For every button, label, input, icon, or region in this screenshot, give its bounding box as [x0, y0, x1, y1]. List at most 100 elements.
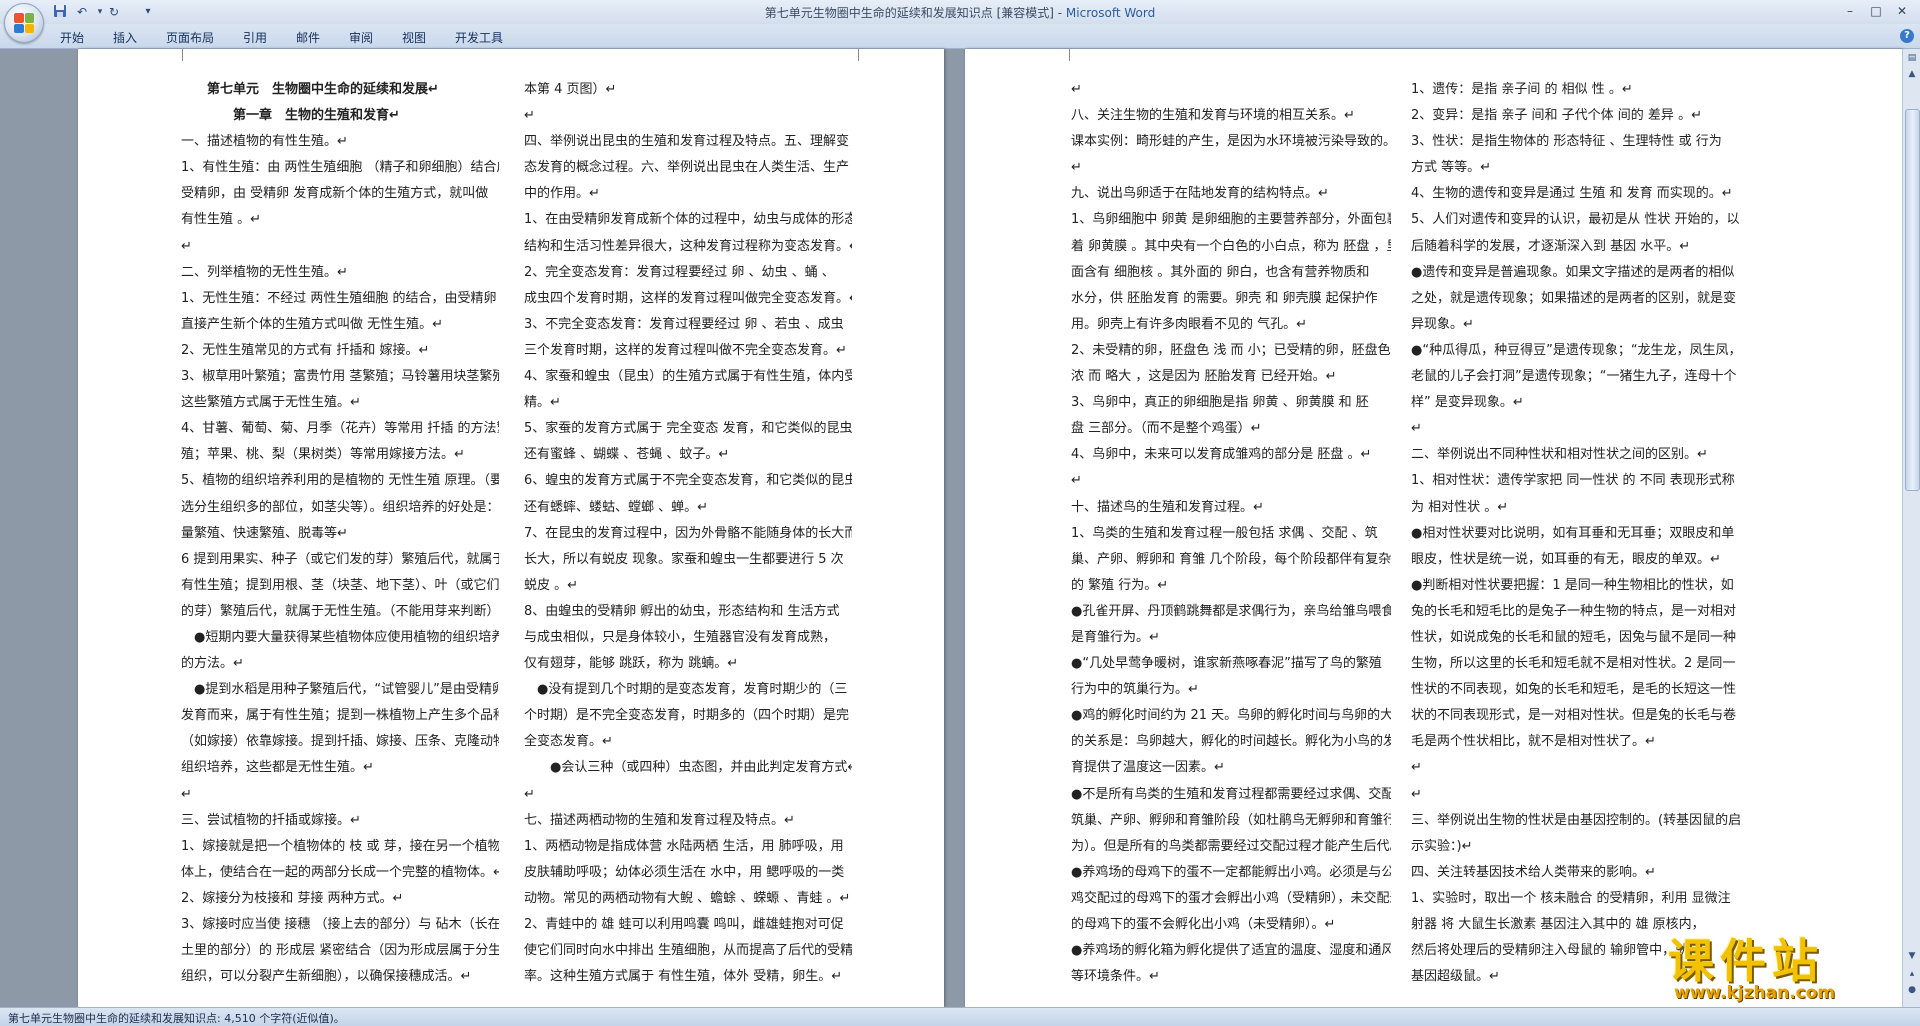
text-line[interactable]: 面含有 细胞核 。其外面的 卵白，也含有营养物质和: [1071, 260, 1391, 286]
text-line[interactable]: 长大，所以有蜕皮 现象。家蚕和蝗虫一生都要进行 5 次: [524, 547, 852, 573]
text-line[interactable]: 二、举例说出不同种性状和相对性状之间的区别。↵: [1411, 442, 1746, 468]
text-line[interactable]: 样” 是变异现象。↵: [1411, 390, 1746, 416]
text-line[interactable]: 1、有性生殖：由 两性生殖细胞 （精子和卵细胞）结合成: [181, 155, 499, 181]
text-line[interactable]: 发育而来，属于有性生殖；提到一株植物上产生多个品种，: [181, 703, 499, 729]
text-line[interactable]: 1、遗传：是指 亲子间 的 相似 性 。↵: [1411, 77, 1746, 103]
text-line[interactable]: 还有蟋蟀、蝼蛄、螳螂 、蝉。↵: [524, 495, 852, 521]
text-line[interactable]: ●会认三种（或四种）虫态图，并由此判定发育方式↵: [524, 755, 852, 781]
text-line[interactable]: 兔的长毛和短毛比的是兔子一种生物的特点，是一对相对: [1411, 599, 1746, 625]
text-line[interactable]: 成虫四个发育时期，这样的发育过程叫做完全变态发育。↵: [524, 286, 852, 312]
text-line[interactable]: 课本实例：畸形蛙的产生，是因为水环境被污染导致的。↵: [1071, 129, 1391, 155]
text-line[interactable]: 盘 三部分。（而不是整个鸡蛋）↵: [1071, 416, 1391, 442]
text-line[interactable]: 的芽）繁殖后代，就属于无性生殖。（不能用芽来判断）↵: [181, 599, 499, 625]
text-line[interactable]: ↵: [524, 782, 852, 808]
text-line[interactable]: 1、实验时，取出一个 核未融合 的受精卵，利用 显微注: [1411, 886, 1746, 912]
document-page-1[interactable]: 第七单元 生物圈中生命的延续和发展↵ 第一章 生物的生殖和发育↵ 一、描述植物的有…: [78, 49, 944, 1007]
text-line[interactable]: 皮肤辅助呼吸；幼体必须生活在 水中，用 鳃呼吸的一类: [524, 860, 852, 886]
text-line[interactable]: 5、植物的组织培养利用的是植物的 无性生殖 原理。（要: [181, 468, 499, 494]
text-line[interactable]: ↵: [181, 234, 499, 260]
text-line[interactable]: 第一章 生物的生殖和发育↵: [181, 103, 499, 129]
text-line[interactable]: 眼皮，性状是统一说，如耳垂的有无，眼皮的单双。↵: [1411, 547, 1746, 573]
text-line[interactable]: 1、两栖动物是指成体营 水陆两栖 生活，用 肺呼吸，用: [524, 834, 852, 860]
text-line[interactable]: 个时期）是不完全变态发育，时期多的（四个时期）是完: [524, 703, 852, 729]
tab-mailings[interactable]: 邮件: [296, 29, 320, 46]
text-line[interactable]: 全变态发育。↵: [524, 729, 852, 755]
text-line[interactable]: 1、鸟类的生殖和发育过程一般包括 求偶 、交配 、筑: [1071, 521, 1391, 547]
text-line[interactable]: 巢、产卵、孵卵和 育雏 几个阶段，每个阶段都伴有复杂: [1071, 547, 1391, 573]
text-line[interactable]: 率。这种生殖方式属于 有性生殖，体外 受精，卵生。↵: [524, 964, 852, 990]
text-line[interactable]: 的 繁殖 行为。↵: [1071, 573, 1391, 599]
text-line[interactable]: 3、椒草用叶繁殖；富贵竹用 茎繁殖；马铃薯用块茎繁殖，: [181, 364, 499, 390]
minimize-button[interactable]: –: [1838, 2, 1862, 20]
text-line[interactable]: ↵: [1071, 77, 1391, 103]
text-line[interactable]: 6、蝗虫的发育方式属于不完全变态发育，和它类似的昆虫: [524, 468, 852, 494]
text-line[interactable]: 4、甘薯、葡萄、菊、月季（花卉）等常用 扦插 的方法繁: [181, 416, 499, 442]
text-line[interactable]: 九、说出鸟卵适于在陆地发育的结构特点。↵: [1071, 181, 1391, 207]
text-line[interactable]: ●遗传和变异是普遍现象。如果文字描述的是两者的相似: [1411, 260, 1746, 286]
text-line[interactable]: ↵: [181, 782, 499, 808]
text-line[interactable]: 态发育的概念过程。六、举例说出昆虫在人类生活、生产: [524, 155, 852, 181]
text-line[interactable]: 三、尝试植物的扦插或嫁接。↵: [181, 808, 499, 834]
text-line[interactable]: 方式 等等。↵: [1411, 155, 1746, 181]
text-line[interactable]: 为）。但是所有的鸟类都需要经过交配过程才能产生后代。↵: [1071, 834, 1391, 860]
text-line[interactable]: ●相对性状要对比说明，如有耳垂和无耳垂；双眼皮和单: [1411, 521, 1746, 547]
text-line[interactable]: 有性生殖 。↵: [181, 207, 499, 233]
text-line[interactable]: 使它们同时向水中排出 生殖细胞，从而提高了后代的受精: [524, 938, 852, 964]
text-line[interactable]: 水分，供 胚胎发育 的需要。卵壳 和 卵壳膜 起保护作: [1071, 286, 1391, 312]
text-line[interactable]: ↵: [1411, 755, 1746, 781]
text-line[interactable]: 2、完全变态发育：发育过程要经过 卵 、幼虫 、蛹 、: [524, 260, 852, 286]
text-line[interactable]: 2、变异：是指 亲子 间和 子代个体 间的 差异 。↵: [1411, 103, 1746, 129]
text-line[interactable]: 选分生组织多的部位，如茎尖等）。组织培养的好处是：大: [181, 495, 499, 521]
text-line[interactable]: 2、青蛙中的 雄 蛙可以利用鸣囊 鸣叫，雌雄蛙抱对可促: [524, 912, 852, 938]
text-line[interactable]: 筑巢、产卵、孵卵和育雏阶段（如杜鹃鸟无孵卵和育雏行: [1071, 808, 1391, 834]
text-line[interactable]: 异现象。↵: [1411, 312, 1746, 338]
text-line[interactable]: 2、无性生殖常见的方式有 扦插和 嫁接。↵: [181, 338, 499, 364]
text-line[interactable]: ●不是所有鸟类的生殖和发育过程都需要经过求偶、交配、: [1071, 782, 1391, 808]
text-line[interactable]: 是育雏行为。↵: [1071, 625, 1391, 651]
text-line[interactable]: 示实验：)↵: [1411, 834, 1746, 860]
office-button[interactable]: [4, 3, 44, 43]
text-line[interactable]: 三个发育时期，这样的发育过程叫做不完全变态发育。↵: [524, 338, 852, 364]
text-line[interactable]: 与成虫相似，只是身体较小，生殖器官没有发育成熟，: [524, 625, 852, 651]
text-line[interactable]: 行为中的筑巢行为。↵: [1071, 677, 1391, 703]
text-line[interactable]: 1、相对性状：遗传学家把 同一性状 的 不同 表现形式称: [1411, 468, 1746, 494]
text-line[interactable]: 用。卵壳上有许多肉眼看不见的 气孔。↵: [1071, 312, 1391, 338]
text-line[interactable]: 1、在由受精卵发育成新个体的过程中，幼虫与成体的形态: [524, 207, 852, 233]
text-line[interactable]: 一、描述植物的有性生殖。↵: [181, 129, 499, 155]
text-line[interactable]: 二、列举植物的无性生殖。↵: [181, 260, 499, 286]
text-line[interactable]: 仅有翅芽，能够 跳跃，称为 跳蝻。↵: [524, 651, 852, 677]
text-line[interactable]: 的关系是：鸟卵越大，孵化的时间越长。孵化为小鸟的发: [1071, 729, 1391, 755]
text-line[interactable]: ●“种瓜得瓜，种豆得豆”是遗传现象；“龙生龙，凤生凤，: [1411, 338, 1746, 364]
scroll-thumb[interactable]: [1905, 109, 1920, 491]
text-line[interactable]: ●养鸡场的母鸡下的蛋不一定都能孵出小鸡。必须是与公: [1071, 860, 1391, 886]
text-line[interactable]: 1、鸟卵细胞中 卵黄 是卵细胞的主要营养部分，外面包裹: [1071, 207, 1391, 233]
text-line[interactable]: 2、嫁接分为枝接和 芽接 两种方式。↵: [181, 886, 499, 912]
text-line[interactable]: 1、嫁接就是把一个植物体的 枝 或 芽，接在另一个植物: [181, 834, 499, 860]
text-line[interactable]: 十、描述鸟的生殖和发育过程。↵: [1071, 495, 1391, 521]
tab-review[interactable]: 审阅: [349, 29, 373, 46]
page-2-column-2[interactable]: 1、遗传：是指 亲子间 的 相似 性 。↵ 2、变异：是指 亲子 间和 子代个体 …: [1411, 77, 1746, 990]
text-line[interactable]: 等环境条件。↵: [1071, 964, 1391, 990]
text-line[interactable]: 3、嫁接时应当使 接穗 （接上去的部分）与 砧木（长在: [181, 912, 499, 938]
text-line[interactable]: 着 卵黄膜 。其中央有一个白色的小白点，称为 胚盘 ，里: [1071, 234, 1391, 260]
vertical-scrollbar[interactable]: ▤ ▲ ▼ ▴ ●: [1902, 49, 1920, 1007]
text-line[interactable]: 4、鸟卵中，未来可以发育成雏鸡的部分是 胚盘 。↵: [1071, 442, 1391, 468]
text-line[interactable]: 本第 4 页图）↵: [524, 77, 852, 103]
tab-page-layout[interactable]: 页面布局: [166, 29, 214, 46]
text-line[interactable]: 体上，使结合在一起的两部分长成一个完整的植物体。↵: [181, 860, 499, 886]
text-line[interactable]: 动物。常见的两栖动物有大鲵 、蟾蜍 、蝾螈 、青蛙 。↵: [524, 886, 852, 912]
text-line[interactable]: 的母鸡下的蛋不会孵化出小鸡（未受精卵）。↵: [1071, 912, 1391, 938]
page-1-column-1[interactable]: 第七单元 生物圈中生命的延续和发展↵ 第一章 生物的生殖和发育↵ 一、描述植物的有…: [181, 77, 499, 990]
document-page-2[interactable]: ↵ 八、关注生物的生殖和发育与环境的相互关系。↵ 课本实例：畸形蛙的产生，是因为水环…: [965, 49, 1902, 1007]
scroll-up-icon[interactable]: ▲: [1905, 67, 1919, 81]
text-line[interactable]: 鸡交配过的母鸡下的蛋才会孵出小鸡（受精卵），未交配过: [1071, 886, 1391, 912]
ruler-toggle-icon[interactable]: ▤: [1905, 51, 1919, 65]
text-line[interactable]: 这些繁殖方式属于无性生殖。↵: [181, 390, 499, 416]
tab-view[interactable]: 视图: [402, 29, 426, 46]
text-line[interactable]: 的方法。↵: [181, 651, 499, 677]
text-line[interactable]: 性状，如说成兔的长毛和鼠的短毛，因兔与鼠不是同一种: [1411, 625, 1746, 651]
text-line[interactable]: ●判断相对性状要把握：1 是同一种生物相比的性状，如: [1411, 573, 1746, 599]
text-line[interactable]: 6 提到用果实、种子（或它们发的芽）繁殖后代，就属于: [181, 547, 499, 573]
text-line[interactable]: ↵: [1071, 155, 1391, 181]
text-line[interactable]: 中的作用。↵: [524, 181, 852, 207]
